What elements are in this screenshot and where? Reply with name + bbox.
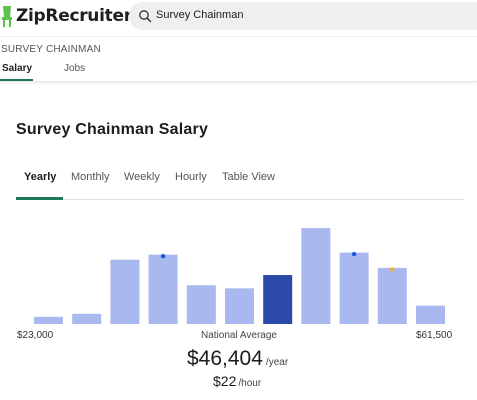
tab-weekly[interactable]: Weekly — [124, 171, 160, 183]
histogram-svg — [34, 228, 445, 324]
range-max-label: $61,500 — [416, 330, 453, 341]
tab-monthly[interactable]: Monthly — [71, 171, 110, 183]
period-tab-indicator — [16, 197, 63, 200]
search-value: Survey Chainman — [156, 9, 244, 21]
ziprecruiter-logo[interactable]: ZipRecruiter — [0, 3, 132, 29]
job-title-caption: SURVEY CHAINMAN — [1, 44, 101, 55]
top-bar: ZipRecruiter Survey Chainman — [0, 0, 477, 36]
period-tabs: Yearly Monthly Weekly Hourly Table View — [16, 168, 464, 200]
histogram-bar[interactable] — [377, 267, 407, 324]
search-icon — [139, 10, 152, 23]
yearly-unit: /year — [265, 357, 289, 368]
yearly-salary: $46,404/year — [187, 347, 288, 371]
salary-histogram — [0, 215, 477, 327]
histogram-bar[interactable] — [110, 259, 140, 324]
tab-table-view[interactable]: Table View — [222, 171, 275, 183]
histogram-bar[interactable] — [186, 285, 216, 324]
chair-logo-icon — [2, 6, 12, 27]
tab-salary[interactable]: Salary — [2, 63, 32, 74]
histogram-bar[interactable] — [225, 288, 254, 324]
job-subnav: SURVEY CHAINMAN Salary Jobs — [0, 36, 477, 82]
page-title: Survey Chainman Salary — [16, 121, 209, 138]
search-input[interactable]: Survey Chainman — [129, 2, 477, 30]
histogram-marker-dot — [160, 253, 166, 259]
yearly-salary-value: $46,404 — [187, 347, 263, 370]
histogram-bar-highlighted[interactable] — [263, 275, 293, 324]
histogram-bar[interactable] — [72, 313, 102, 324]
range-min-label: $23,000 — [17, 330, 54, 341]
tab-hourly[interactable]: Hourly — [175, 171, 207, 183]
tab-yearly[interactable]: Yearly — [24, 171, 56, 183]
histogram-bar[interactable] — [416, 305, 445, 324]
active-tab-indicator — [0, 79, 33, 81]
histogram-marker-dot — [390, 267, 395, 272]
tab-jobs[interactable]: Jobs — [64, 63, 85, 74]
national-average-label: National Average — [201, 330, 277, 341]
hourly-salary-value: $22 — [213, 373, 237, 389]
hourly-unit: /hour — [238, 378, 262, 389]
logo-text: ZipRecruiter — [16, 6, 132, 26]
histogram-bar[interactable] — [301, 228, 331, 324]
hourly-salary: $22/hour — [213, 373, 261, 391]
histogram-bar[interactable] — [148, 254, 178, 324]
histogram-bar[interactable] — [339, 252, 369, 324]
histogram-bar[interactable] — [34, 316, 63, 324]
histogram-marker-dot — [351, 251, 357, 257]
